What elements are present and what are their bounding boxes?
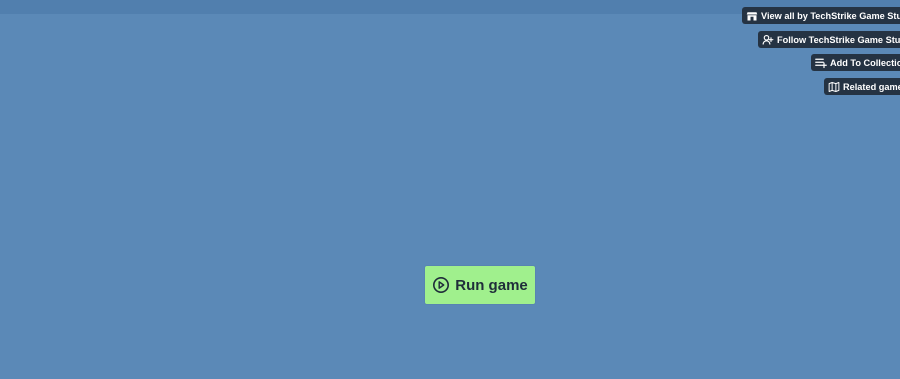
add-collection-icon bbox=[815, 57, 827, 69]
follow-user-icon bbox=[762, 34, 774, 46]
storefront-icon bbox=[746, 10, 758, 22]
follow-developer-button[interactable]: Follow TechStrike Game Studio bbox=[758, 31, 900, 48]
follow-developer-label: Follow TechStrike Game Studio bbox=[777, 34, 900, 45]
related-games-button[interactable]: Related games bbox=[824, 78, 900, 95]
game-actions: View all by TechStrike Game Studio Follo… bbox=[0, 7, 900, 107]
view-all-by-developer-label: View all by TechStrike Game Studio bbox=[761, 10, 900, 21]
map-icon bbox=[828, 81, 840, 93]
run-game-label: Run game bbox=[455, 276, 528, 294]
view-all-by-developer-button[interactable]: View all by TechStrike Game Studio bbox=[742, 7, 900, 24]
add-to-collection-button[interactable]: Add To Collection bbox=[811, 54, 900, 71]
run-game-button[interactable]: Run game bbox=[425, 266, 535, 304]
related-games-label: Related games bbox=[843, 81, 900, 92]
play-circle-icon bbox=[432, 276, 450, 294]
add-to-collection-label: Add To Collection bbox=[830, 57, 900, 68]
